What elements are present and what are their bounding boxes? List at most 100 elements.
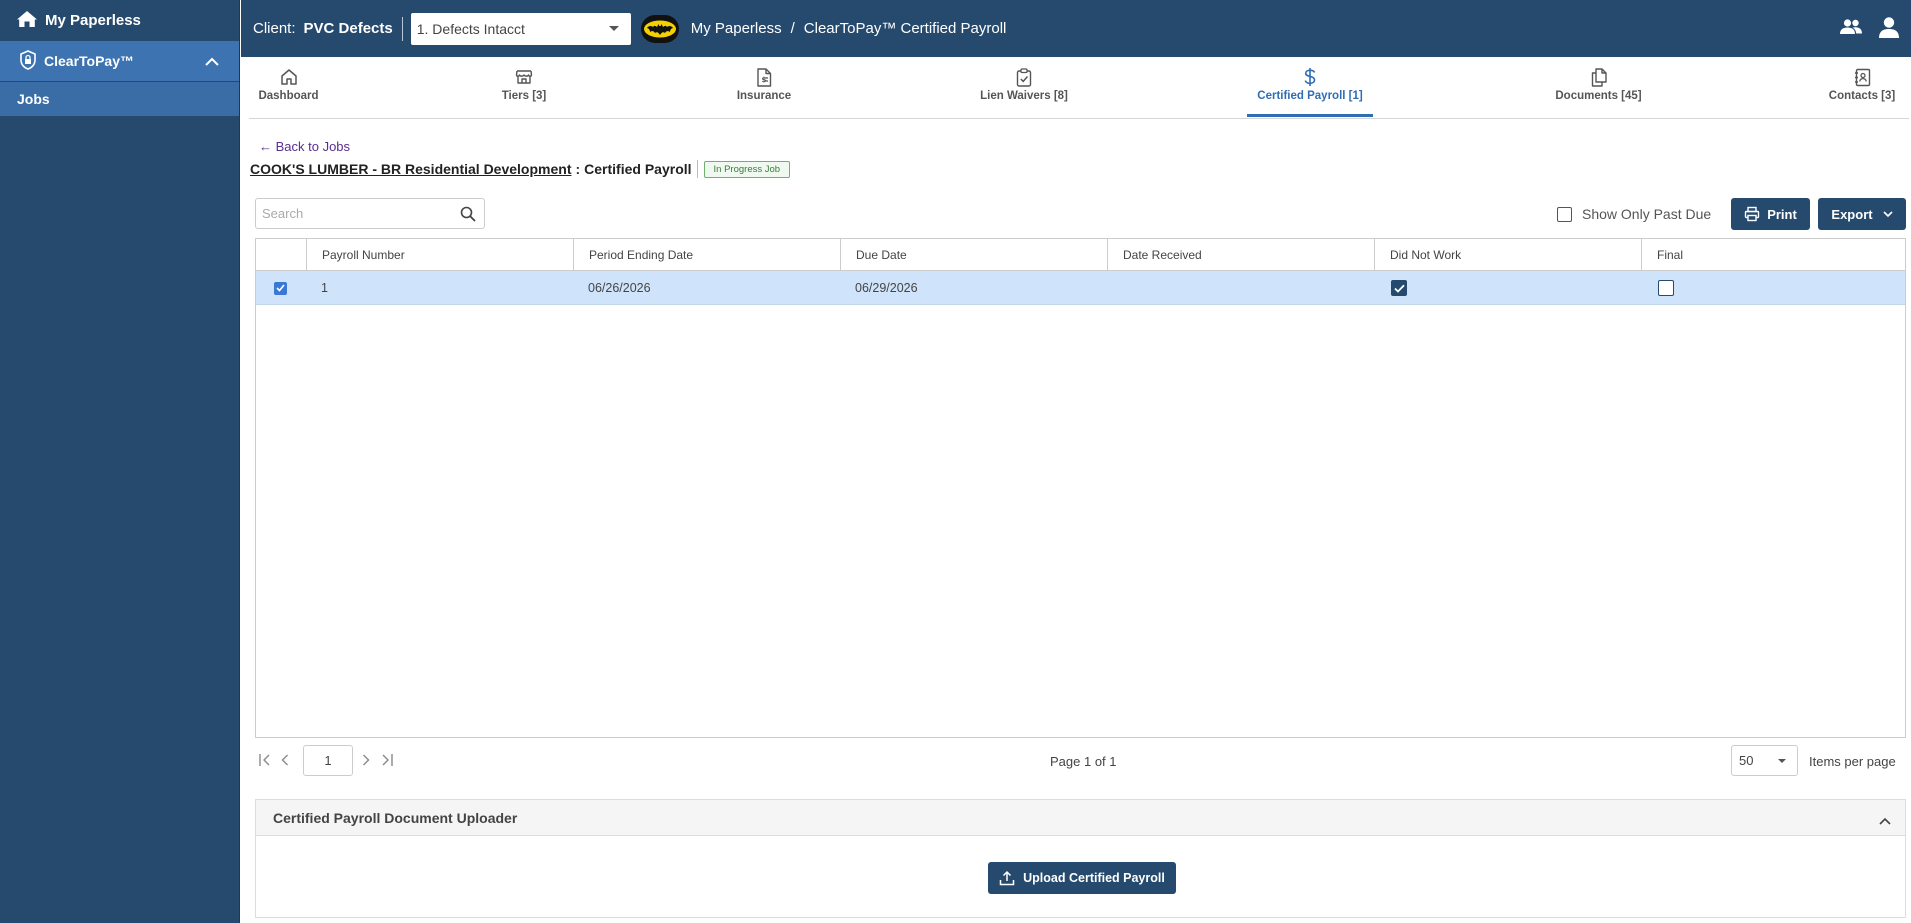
tab-label: Lien Waivers [8] — [980, 90, 1068, 102]
did-not-work-cell — [1391, 271, 1407, 305]
sidebar-section-label: ClearToPay™ — [44, 53, 134, 69]
client-entity-select-value: 1. Defects Intacct — [416, 20, 525, 37]
upload-certified-payroll-button[interactable]: Upload Certified Payroll — [988, 862, 1176, 894]
tab-insurance[interactable]: $ Insurance — [719, 57, 809, 119]
status-badge: In Progress Job — [703, 160, 791, 178]
clipboard-check-icon — [1016, 67, 1032, 87]
uploader-header[interactable]: Certified Payroll Document Uploader — [256, 800, 1905, 836]
upload-icon — [999, 870, 1023, 886]
client-entity-select[interactable]: 1. Defects Intacct — [410, 12, 631, 45]
active-tab-indicator — [1247, 114, 1373, 117]
select-column-header — [256, 239, 306, 271]
tab-label: Contacts [3] — [1828, 90, 1896, 102]
previous-page-icon[interactable] — [280, 753, 290, 770]
column-header-date-received[interactable]: Date Received — [1107, 239, 1374, 271]
contacts-icon — [1854, 67, 1871, 87]
table-row[interactable]: 1 06/26/2026 06/29/2026 — [256, 271, 1905, 305]
user-profile-icon[interactable] — [1877, 15, 1901, 39]
column-header-final[interactable]: Final — [1641, 239, 1905, 271]
tab-label: Certified Payroll [1] — [1257, 90, 1363, 102]
sidebar-item-label: Jobs — [17, 91, 50, 107]
tab-lien-waivers[interactable]: Lien Waivers [8] — [970, 57, 1078, 119]
bat-logo — [640, 14, 679, 43]
show-only-past-due-toggle[interactable]: Show Only Past Due — [1557, 206, 1711, 222]
sidebar-section-cleartopay[interactable]: ClearToPay™ — [0, 41, 239, 81]
sidebar-home-link[interactable]: My Paperless — [0, 0, 239, 41]
page-size-value: 50 — [1739, 753, 1754, 768]
tab-contacts[interactable]: Contacts [3] — [1822, 57, 1902, 119]
chevron-up-icon[interactable] — [205, 53, 219, 69]
caret-down-icon — [1778, 759, 1786, 763]
home-icon — [16, 10, 45, 32]
caret-down-icon — [608, 25, 619, 31]
tab-tiers[interactable]: Tiers [3] — [483, 57, 565, 119]
first-page-icon[interactable] — [258, 753, 272, 770]
column-header-payroll-number[interactable]: Payroll Number — [306, 239, 573, 271]
invoice-icon: $ — [756, 67, 772, 87]
header-actions — [1825, 15, 1901, 39]
divider — [696, 160, 698, 178]
tab-documents[interactable]: Documents [45] — [1551, 57, 1646, 119]
page-size-select[interactable]: 50 — [1731, 745, 1798, 776]
divider — [401, 16, 403, 41]
past-due-label: Show Only Past Due — [1582, 206, 1712, 222]
tab-label: Tiers [3] — [501, 90, 547, 102]
search-field[interactable] — [255, 198, 485, 229]
table-header: Payroll Number Period Ending Date Due Da… — [256, 239, 1905, 271]
users-icon[interactable] — [1839, 18, 1863, 36]
document-uploader-panel: Certified Payroll Document Uploader Uplo… — [255, 799, 1906, 918]
search-input[interactable] — [256, 199, 446, 228]
title-colon: : — [575, 161, 581, 177]
tab-dashboard[interactable]: Dashboard — [241, 57, 336, 119]
print-button[interactable]: Print — [1731, 198, 1810, 230]
page-title: COOK'S LUMBER - BR Residential Developme… — [250, 159, 791, 179]
print-button-label: Print — [1767, 206, 1797, 222]
client-label: Client: — [253, 20, 296, 37]
tab-certified-payroll[interactable]: Certified Payroll [1] — [1248, 57, 1372, 119]
tab-label: Dashboard — [258, 90, 319, 102]
row-select-checkbox[interactable] — [274, 281, 287, 295]
payroll-table: Payroll Number Period Ending Date Due Da… — [255, 238, 1906, 738]
items-per-page-label: Items per page — [1809, 754, 1896, 769]
export-button-label: Export — [1831, 206, 1873, 222]
breadcrumb-separator: / — [790, 20, 795, 37]
final-checkbox[interactable] — [1658, 280, 1674, 296]
payroll-number-cell: 1 — [321, 281, 328, 295]
breadcrumb-item-my-paperless[interactable]: My Paperless — [691, 20, 782, 37]
uploader-title: Certified Payroll Document Uploader — [273, 809, 518, 826]
sidebar-item-jobs[interactable]: Jobs — [0, 82, 239, 116]
upload-button-label: Upload Certified Payroll — [1023, 871, 1165, 885]
row-select-cell — [274, 271, 287, 305]
job-name-link[interactable]: COOK'S LUMBER - BR Residential Developme… — [250, 161, 571, 177]
tab-bar: Dashboard Tiers [3] $ Insurance Lien Wai… — [241, 57, 1911, 119]
page-number-input[interactable]: 1 — [303, 745, 353, 776]
dollar-icon — [1303, 67, 1317, 87]
column-header-due-date[interactable]: Due Date — [840, 239, 1107, 271]
sidebar: My Paperless ClearToPay™ Jobs — [0, 0, 240, 923]
home-icon — [280, 67, 298, 87]
search-icon[interactable] — [460, 206, 476, 225]
back-to-jobs-link[interactable]: ← Back to Jobs — [259, 139, 350, 154]
did-not-work-checkbox[interactable] — [1391, 280, 1407, 296]
next-page-icon[interactable] — [361, 753, 371, 770]
page-info: Page 1 of 1 — [1050, 754, 1117, 769]
printer-icon — [1744, 206, 1767, 222]
export-button[interactable]: Export — [1818, 198, 1906, 230]
svg-text:$: $ — [762, 76, 767, 84]
store-icon — [515, 67, 533, 87]
chevron-up-icon[interactable] — [1879, 812, 1891, 828]
top-header: Client: PVC Defects 1. Defects Intacct M… — [241, 0, 1911, 57]
column-header-did-not-work[interactable]: Did Not Work — [1374, 239, 1641, 271]
column-header-period-ending-date[interactable]: Period Ending Date — [573, 239, 840, 271]
tab-bar-divider — [249, 118, 1909, 119]
date-received-cell — [1107, 271, 1122, 305]
pager: 1 Page 1 of 1 50 Items per page — [255, 745, 1906, 777]
documents-icon — [1590, 67, 1608, 87]
sidebar-home-label: My Paperless — [45, 12, 141, 29]
last-page-icon[interactable] — [380, 753, 394, 770]
shield-lock-icon — [20, 49, 36, 73]
tab-label: Documents [45] — [1555, 90, 1642, 102]
past-due-checkbox[interactable] — [1557, 206, 1572, 222]
client-name: PVC Defects — [303, 20, 393, 37]
page-title-text: Certified Payroll — [584, 161, 692, 177]
